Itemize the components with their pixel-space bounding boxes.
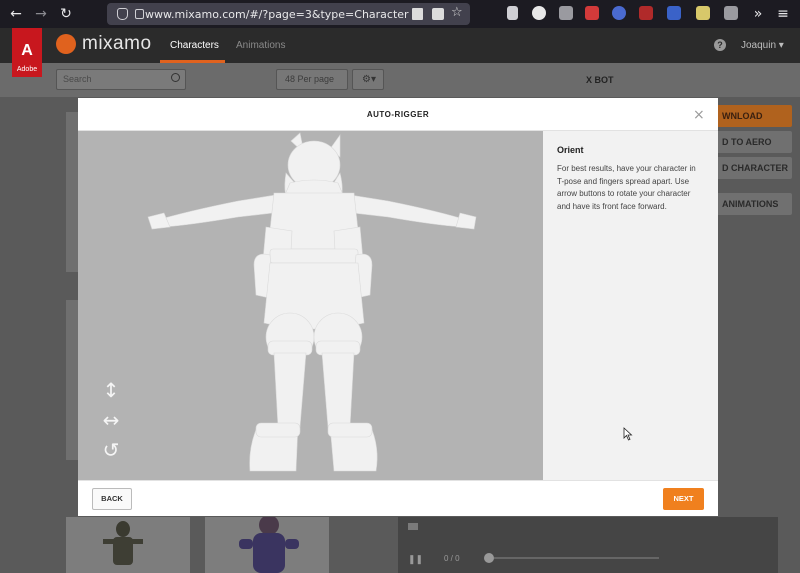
extension-grid-icon[interactable] [724, 6, 738, 20]
panel-heading: Orient [557, 145, 584, 155]
url-text[interactable]: www.mixamo.com/#/?page=3&type=Character [145, 8, 409, 21]
download-icon[interactable] [507, 6, 518, 20]
extension-pin-icon[interactable] [585, 6, 599, 20]
shield-icon[interactable] [117, 8, 128, 20]
help-icon[interactable]: ? [714, 39, 726, 51]
close-icon[interactable]: × [693, 107, 705, 123]
character-model [147, 132, 477, 472]
bitwarden-icon[interactable] [667, 6, 681, 20]
character-card[interactable] [66, 300, 78, 460]
reload-icon[interactable]: ↻ [56, 4, 76, 24]
gear-icon: ⚙▾ [362, 74, 376, 85]
settings-dropdown[interactable]: ⚙▾ [352, 69, 384, 90]
bookmark-star-icon[interactable]: ☆ [451, 5, 463, 20]
rotate-icon[interactable]: ↺ [100, 439, 122, 461]
overflow-icon[interactable]: » [748, 4, 768, 24]
logo-text: mixamo [82, 33, 152, 54]
tab-characters[interactable]: Characters [170, 40, 219, 51]
character-thumbnail [103, 521, 143, 565]
timeline-scrubber[interactable] [484, 553, 494, 563]
modal-header: AUTO-RIGGER × [78, 98, 718, 131]
timeline-track[interactable] [494, 557, 659, 559]
back-button[interactable]: BACK [92, 488, 132, 510]
player-time: 0 / 0 [444, 554, 460, 563]
character-thumbnail [239, 517, 299, 573]
adobe-logo-icon: A [21, 42, 33, 59]
browser-toolbar: ← → ↻ www.mixamo.com/#/?page=3&type=Char… [0, 0, 800, 28]
address-bar[interactable]: www.mixamo.com/#/?page=3&type=Character … [107, 3, 470, 25]
ublock-icon[interactable] [639, 6, 653, 20]
auto-rigger-modal: AUTO-RIGGER × ↕ ↔ ↺ Orient For best resu… [78, 98, 718, 516]
selected-character-name: X BOT [586, 75, 614, 85]
translate-icon[interactable] [432, 8, 444, 20]
user-menu[interactable]: Joaquin ▾ [741, 40, 784, 51]
extension-r-icon[interactable] [532, 6, 546, 20]
mixamo-logo[interactable]: mixamo [56, 33, 152, 55]
search-icon[interactable] [171, 73, 180, 82]
mixamo-mark-icon [56, 34, 76, 54]
forward-arrow-icon[interactable]: → [31, 4, 51, 24]
preview-player: ❚❚ 0 / 0 [398, 517, 778, 573]
tab-animations[interactable]: Animations [236, 40, 285, 51]
extension-gear-icon[interactable] [612, 6, 626, 20]
extension-leaf-icon[interactable] [696, 6, 710, 20]
adobe-label: Adobe [16, 66, 38, 73]
pause-icon[interactable]: ❚❚ [408, 554, 423, 565]
per-page-select[interactable]: 48 Per page [276, 69, 348, 90]
next-button[interactable]: NEXT [663, 488, 704, 510]
back-arrow-icon[interactable]: ← [6, 4, 26, 24]
mouse-cursor-icon [623, 427, 633, 441]
modal-footer: BACK NEXT [78, 480, 718, 516]
reader-view-icon[interactable] [412, 8, 423, 20]
search-input[interactable]: Search [56, 69, 186, 90]
character-card[interactable] [66, 112, 78, 272]
horizontal-arrows-icon[interactable]: ↔ [100, 409, 122, 431]
vertical-arrows-icon[interactable]: ↕ [100, 379, 122, 401]
lock-icon[interactable] [135, 9, 144, 19]
panel-instructions: For best results, have your character in… [557, 164, 696, 211]
model-viewport[interactable]: ↕ ↔ ↺ [78, 131, 543, 480]
hamburger-menu-icon[interactable]: ≡ [773, 4, 793, 24]
camera-icon[interactable] [408, 523, 418, 530]
adobe-badge[interactable]: A Adobe [12, 28, 42, 77]
extensions-puzzle-icon[interactable] [559, 6, 573, 20]
modal-title: AUTO-RIGGER [366, 110, 430, 119]
